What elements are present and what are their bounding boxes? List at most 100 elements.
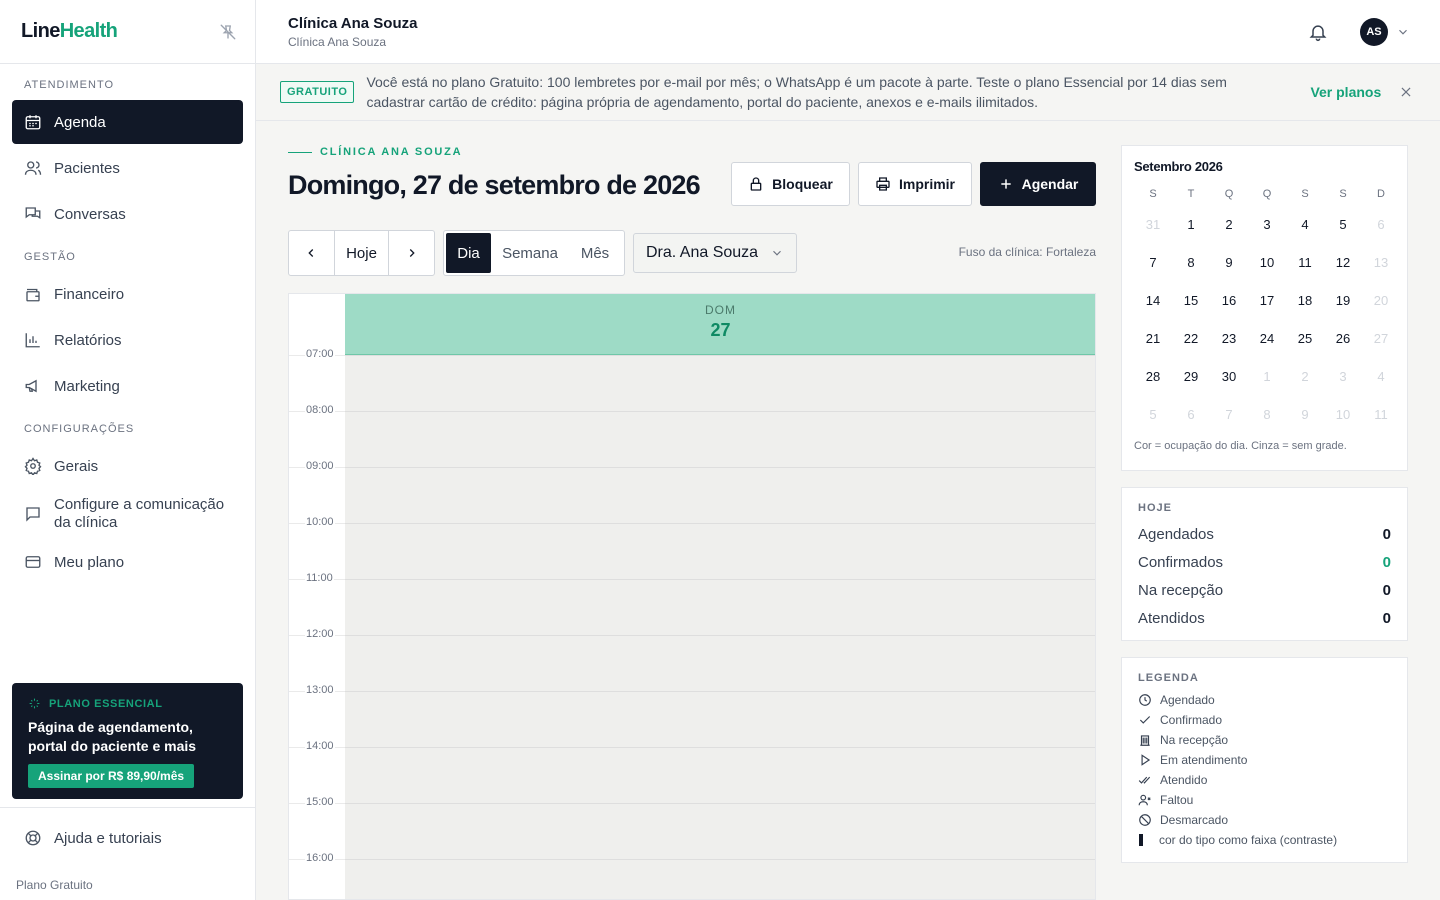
view-day-tab[interactable]: Dia [446,233,491,273]
sidebar-item-relatorios[interactable]: Relatórios [12,318,243,362]
legend-label: Em atendimento [1160,753,1248,767]
legend-item: cor do tipo como faixa (contraste) [1138,830,1391,850]
mini-calendar-day[interactable]: 24 [1248,320,1286,358]
mini-calendar-day[interactable]: 3 [1248,206,1286,244]
hour-gridline [345,635,1095,636]
mini-calendar-day: 27 [1373,331,1389,346]
today-button[interactable]: Hoje [333,231,390,275]
stat-row: Atendidos 0 [1138,604,1391,632]
promo-tag-label: PLANO ESSENCIAL [49,697,163,710]
sidebar-item-marketing[interactable]: Marketing [12,364,243,408]
sidebar-item-agenda[interactable]: Agenda [12,100,243,144]
mini-calendar-day[interactable]: 28 [1134,358,1172,396]
mini-calendar-day[interactable]: 25 [1286,320,1324,358]
mini-calendar-day[interactable]: 1 [1172,206,1210,244]
sidebar-item-label: Meu plano [54,553,125,571]
bell-icon[interactable] [1308,22,1328,42]
hour-label: 09:00 [305,460,335,472]
sidebar-item-label: Gerais [54,457,99,475]
printer-icon [876,177,890,191]
view-month-tab[interactable]: Mês [569,233,621,273]
mini-calendar-day[interactable]: 29 [1172,358,1210,396]
legend-label: Agendado [1160,693,1215,707]
sidebar-item-gerais[interactable]: Gerais [12,444,243,488]
promo-tag: PLANO ESSENCIAL [28,697,227,710]
hour-row: 16:00 [289,852,1095,899]
avatar[interactable]: AS [1360,17,1388,46]
mini-calendar-day[interactable]: 5 [1324,206,1362,244]
see-plans-link[interactable]: Ver planos [1310,84,1381,100]
mini-calendar-day[interactable]: 9 [1210,244,1248,282]
mini-calendar-day[interactable]: 18 [1286,282,1324,320]
unpin-icon[interactable] [219,23,237,41]
mini-calendar-day[interactable]: 7 [1134,244,1172,282]
hour-gridline [345,411,1095,412]
timezone-label: Fuso da clínica: Fortaleza [958,245,1096,259]
clinic-subtitle: Clínica Ana Souza [288,34,387,49]
mini-calendar-day[interactable]: 22 [1172,320,1210,358]
plan-banner: GRATUITO Você está no plano Gratuito: 10… [256,64,1440,121]
topbar: Clínica Ana Souza Clínica Ana Souza AS [256,0,1440,64]
hour-gridline [345,691,1095,692]
mini-calendar-day[interactable]: 21 [1134,320,1172,358]
mini-calendar-day[interactable]: 17 [1248,282,1286,320]
next-day-button[interactable] [389,231,434,275]
sidebar-item-comunicacao[interactable]: Configure a comunicação da clínica [12,490,243,538]
mini-calendar-day[interactable]: 8 [1172,244,1210,282]
clinic-info: Clínica Ana Souza Clínica Ana Souza [288,15,417,49]
bar-chart-icon [25,333,40,348]
mini-calendar-day: 6 [1377,217,1385,232]
wallet-icon [26,288,40,302]
print-button[interactable]: Imprimir [858,162,972,206]
mini-calendar-day[interactable]: 2 [1210,206,1248,244]
view-switcher: Dia Semana Mês [443,230,625,276]
sidebar-item-pacientes[interactable]: Pacientes [12,146,243,190]
plan-badge: GRATUITO [280,81,355,103]
mini-calendar-day[interactable]: 26 [1324,320,1362,358]
mini-calendar-day[interactable]: 15 [1172,282,1210,320]
doctor-select[interactable]: Dra. Ana Souza [633,233,797,273]
logo[interactable]: LineHealth [21,20,118,43]
hour-gridline [345,523,1095,524]
mini-calendar-day[interactable]: 16 [1210,282,1248,320]
mini-calendar-day[interactable]: 23 [1210,320,1248,358]
mini-calendar-day[interactable]: 12 [1324,244,1362,282]
check-icon [1139,716,1151,724]
chat-icon [25,207,41,220]
prev-day-button[interactable] [289,231,334,275]
mini-calendar-day[interactable]: 19 [1324,282,1362,320]
mini-calendar-day[interactable]: 10 [1248,244,1286,282]
sidebar-item-financeiro[interactable]: Financeiro [12,272,243,316]
mini-calendar-day[interactable]: 30 [1210,358,1248,396]
mini-calendar-day[interactable]: 4 [1286,206,1324,244]
logo-row: LineHealth [0,0,255,64]
sidebar-item-conversas[interactable]: Conversas [12,192,243,236]
view-week-tab[interactable]: Semana [491,233,569,273]
legend-item: Na recepção [1138,730,1391,750]
mini-calendar-day[interactable]: 14 [1134,282,1172,320]
block-button[interactable]: Bloquear [731,162,850,206]
sidebar-item-ajuda[interactable]: Ajuda e tutoriais [12,816,243,860]
chevron-down-icon[interactable] [1396,25,1410,39]
legend-item: Faltou [1138,790,1391,810]
upgrade-promo-card: PLANO ESSENCIAL Página de agendamento, p… [12,683,243,799]
section-configuracoes: CONFIGURAÇÕES [24,423,135,435]
stat-label: Atendidos [1138,609,1205,627]
mini-calendar-day: 31 [1145,217,1161,232]
hour-row: 15:00 [289,796,1095,859]
day-number: 27 [710,320,731,340]
users-icon [24,161,42,175]
close-icon[interactable] [1399,85,1413,99]
legend-heading: LEGENDA [1138,672,1199,684]
chevron-right-icon [409,249,415,257]
clock-icon [1139,694,1151,706]
logo-health: Health [59,20,118,42]
schedule-button[interactable]: Agendar [980,162,1096,206]
mini-calendar-day[interactable]: 11 [1286,244,1324,282]
legend-item: Confirmado [1138,710,1391,730]
sparkle-icon [29,698,40,709]
hour-gridline [345,355,1095,356]
subscribe-button[interactable]: Assinar por R$ 89,90/mês [28,764,195,788]
sidebar-item-meu-plano[interactable]: Meu plano [12,540,243,584]
legend-label: cor do tipo como faixa (contraste) [1159,833,1338,847]
